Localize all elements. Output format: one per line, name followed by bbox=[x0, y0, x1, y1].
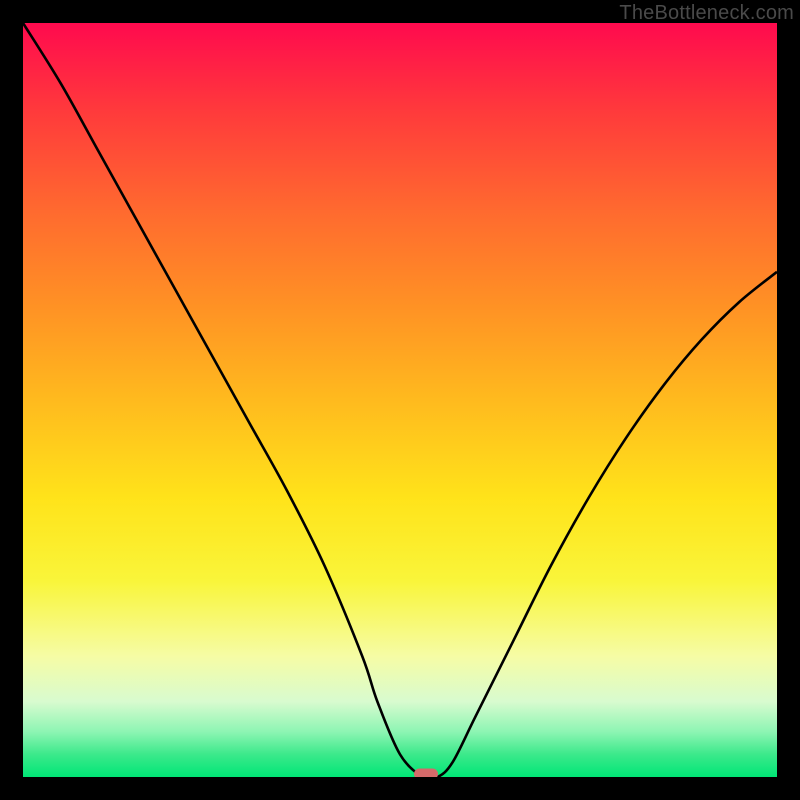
curve-path bbox=[23, 23, 777, 777]
watermark-text: TheBottleneck.com bbox=[619, 2, 794, 25]
chart-canvas: TheBottleneck.com bbox=[0, 0, 800, 800]
plot-area bbox=[23, 23, 777, 777]
bottleneck-curve bbox=[23, 23, 777, 777]
minimum-marker bbox=[414, 769, 438, 778]
